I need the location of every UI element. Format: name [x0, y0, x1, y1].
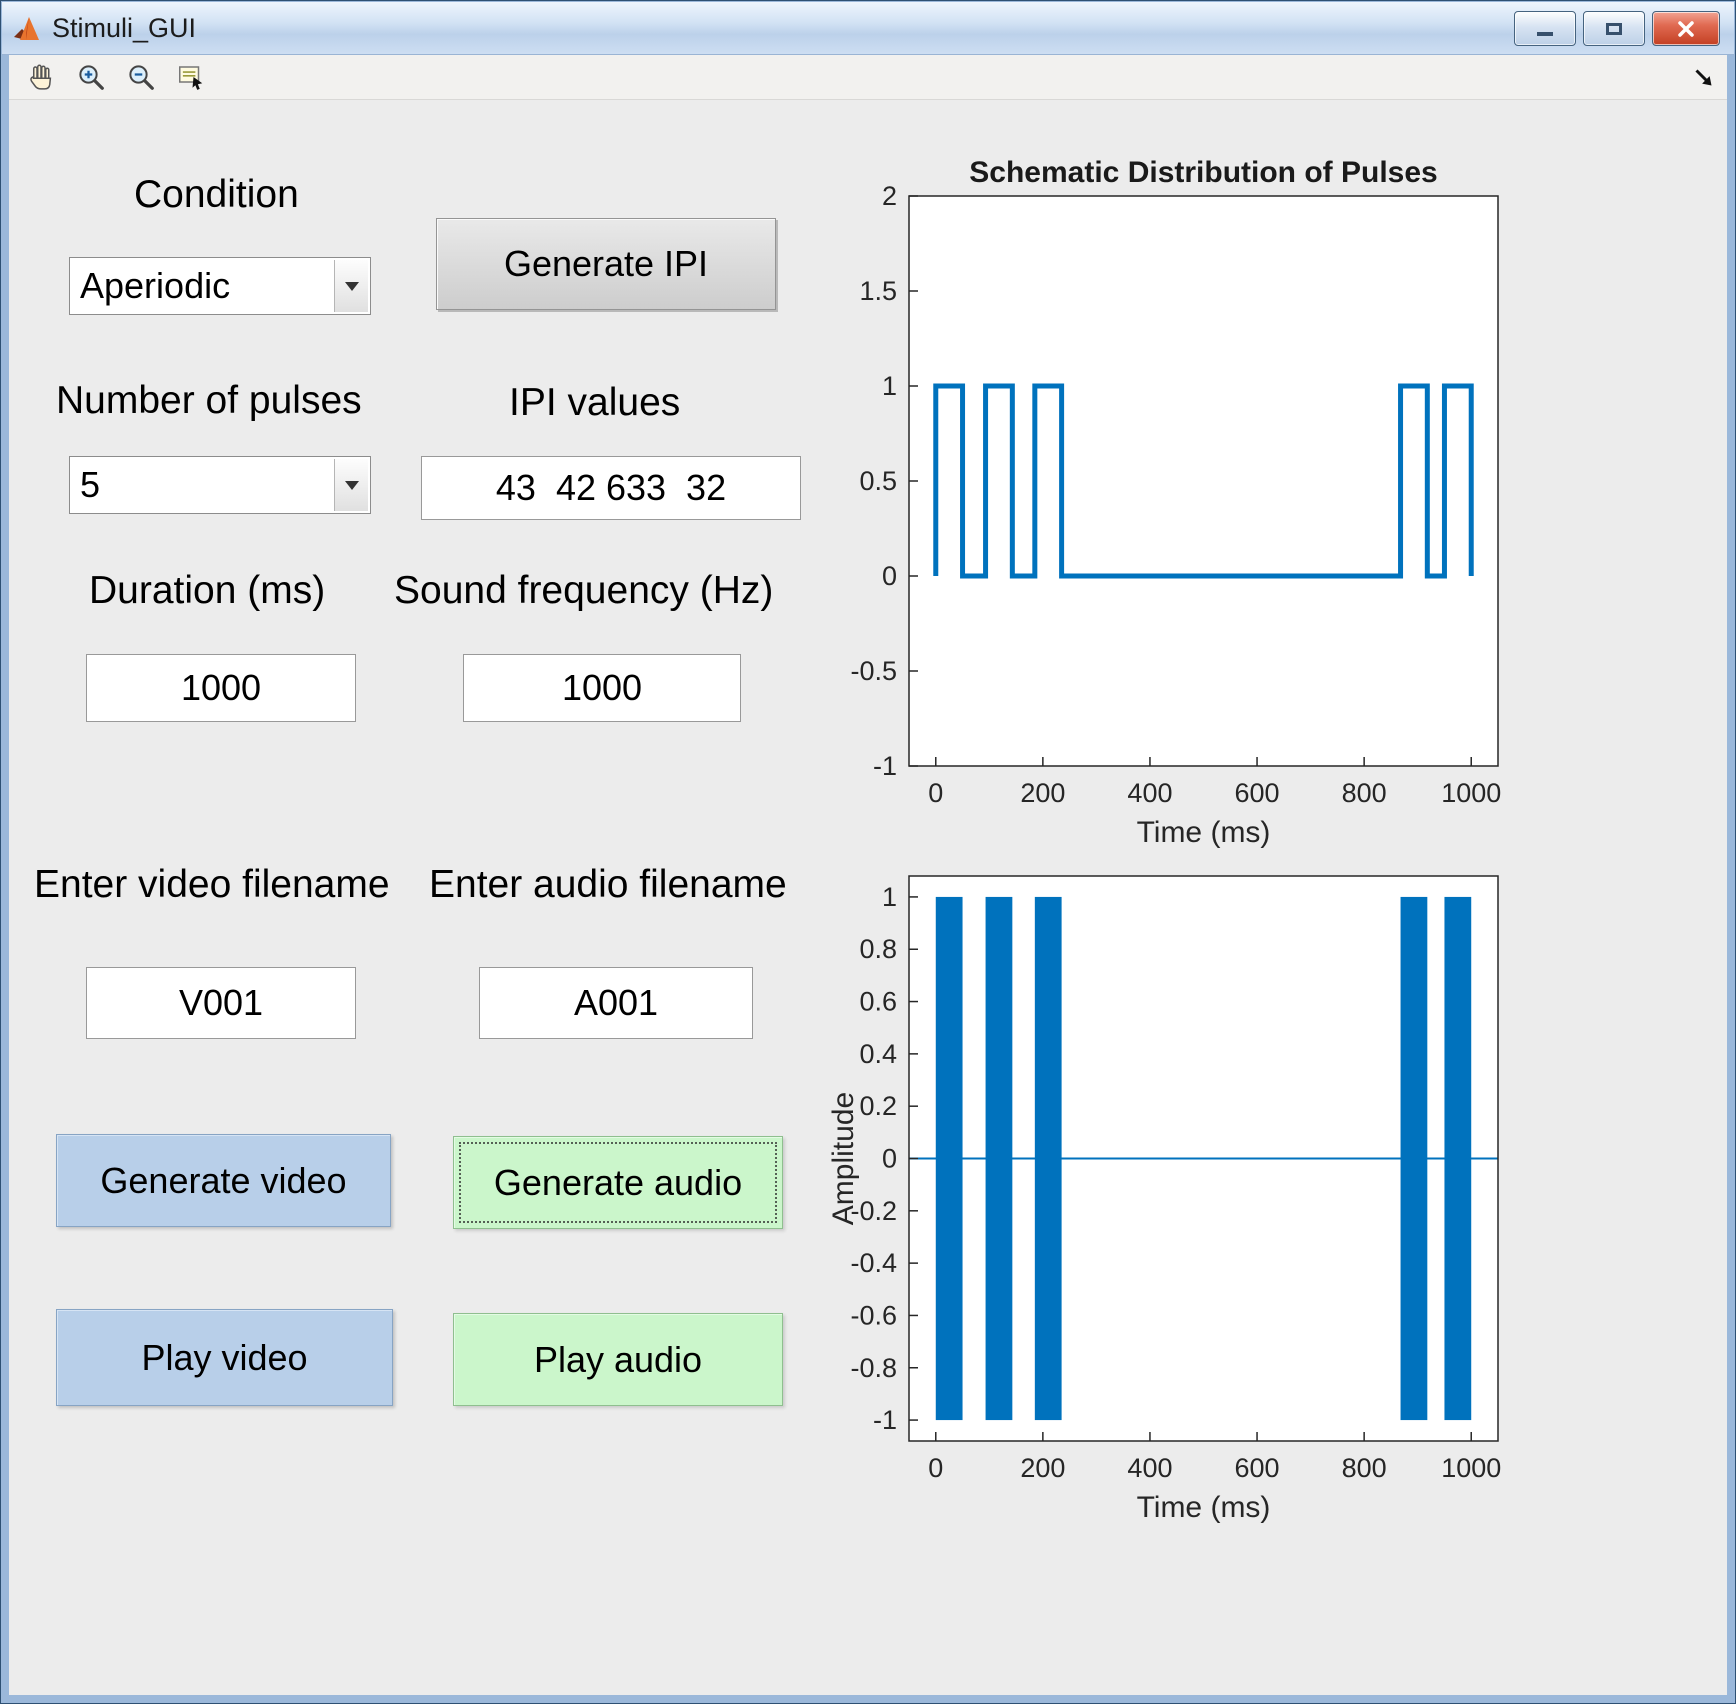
dropdown-arrow-icon: [345, 481, 359, 490]
ipi-values-input[interactable]: [421, 456, 801, 520]
maximize-button[interactable]: [1583, 11, 1645, 46]
pulse-schematic-chart: 0 200 400 600 800 1000 2 1.5 1 0.5 0 -0.5 -1 Schemati…: [829, 149, 1537, 859]
pan-tool-icon[interactable]: [23, 59, 59, 95]
close-icon: [1674, 20, 1698, 38]
toolbar-overflow-icon[interactable]: [1689, 63, 1719, 93]
svg-text:1: 1: [882, 371, 897, 401]
svg-text:2: 2: [882, 181, 897, 211]
svg-text:0: 0: [928, 1453, 943, 1483]
num-pulses-label: Number of pulses: [56, 379, 362, 423]
svg-text:1000: 1000: [1441, 1453, 1501, 1483]
generate-audio-button[interactable]: Generate audio: [453, 1136, 783, 1229]
zoom-in-icon[interactable]: [73, 59, 109, 95]
duration-label: Duration (ms): [89, 569, 325, 613]
svg-text:400: 400: [1127, 778, 1172, 808]
svg-text:0.8: 0.8: [859, 934, 897, 964]
window: Stimuli_GUI: [0, 0, 1736, 1704]
svg-text:-0.4: -0.4: [850, 1248, 897, 1278]
svg-text:-0.8: -0.8: [850, 1353, 897, 1383]
audio-waveform-chart: 0200400600800100010.80.60.40.20-0.2-0.4-…: [829, 859, 1537, 1559]
svg-text:Time (ms): Time (ms): [1137, 1491, 1271, 1524]
svg-text:-0.5: -0.5: [850, 656, 897, 686]
num-pulses-selected-value: 5: [80, 464, 370, 506]
sound-frequency-input[interactable]: [463, 654, 741, 722]
num-pulses-dropdown[interactable]: 5: [69, 456, 371, 514]
sound-frequency-label: Sound frequency (Hz): [394, 569, 773, 613]
svg-text:600: 600: [1235, 1453, 1280, 1483]
close-button[interactable]: [1652, 11, 1720, 46]
svg-text:0.5: 0.5: [859, 466, 897, 496]
play-audio-button[interactable]: Play audio: [453, 1313, 783, 1406]
condition-dropdown[interactable]: Aperiodic: [69, 257, 371, 315]
minimize-button[interactable]: [1514, 11, 1576, 46]
svg-text:1.5: 1.5: [859, 276, 897, 306]
chevron-down-icon[interactable]: [334, 260, 368, 312]
svg-text:0: 0: [882, 561, 897, 591]
video-filename-label: Enter video filename: [34, 863, 390, 907]
svg-text:Schematic Distribution of Puls: Schematic Distribution of Pulses: [969, 156, 1437, 189]
svg-text:1: 1: [882, 882, 897, 912]
svg-text:600: 600: [1235, 778, 1280, 808]
svg-text:800: 800: [1342, 1453, 1387, 1483]
condition-selected-value: Aperiodic: [80, 265, 370, 307]
video-filename-input[interactable]: [86, 967, 356, 1039]
matlab-icon: [12, 13, 42, 43]
svg-text:-1: -1: [873, 751, 897, 781]
generate-ipi-button[interactable]: Generate IPI: [436, 218, 776, 310]
condition-label: Condition: [134, 173, 299, 217]
svg-text:0.4: 0.4: [859, 1039, 897, 1069]
audio-filename-label: Enter audio filename: [429, 863, 787, 907]
svg-text:1000: 1000: [1441, 778, 1501, 808]
data-cursor-icon[interactable]: [173, 59, 209, 95]
zoom-out-icon[interactable]: [123, 59, 159, 95]
maximize-icon: [1606, 23, 1622, 35]
svg-text:-0.6: -0.6: [850, 1300, 897, 1330]
svg-text:400: 400: [1127, 1453, 1172, 1483]
generate-video-button[interactable]: Generate video: [56, 1134, 391, 1227]
audio-filename-input[interactable]: [479, 967, 753, 1039]
svg-text:800: 800: [1342, 778, 1387, 808]
svg-text:0: 0: [928, 778, 943, 808]
svg-text:Amplitude: Amplitude: [829, 1092, 860, 1225]
ipi-values-label: IPI values: [509, 381, 680, 425]
svg-text:200: 200: [1020, 778, 1065, 808]
dropdown-arrow-icon: [345, 282, 359, 291]
svg-text:200: 200: [1020, 1453, 1065, 1483]
chevron-down-icon[interactable]: [334, 459, 368, 511]
svg-text:0: 0: [882, 1144, 897, 1174]
minimize-icon: [1537, 32, 1553, 36]
svg-text:-1: -1: [873, 1405, 897, 1435]
play-video-button[interactable]: Play video: [56, 1309, 393, 1406]
window-title: Stimuli_GUI: [52, 13, 196, 44]
svg-text:0.2: 0.2: [859, 1091, 897, 1121]
svg-text:Time (ms): Time (ms): [1137, 816, 1271, 849]
duration-input[interactable]: [86, 654, 356, 722]
svg-text:0.6: 0.6: [859, 987, 897, 1017]
figure-toolbar: [9, 55, 1727, 100]
titlebar[interactable]: Stimuli_GUI: [2, 2, 1734, 55]
